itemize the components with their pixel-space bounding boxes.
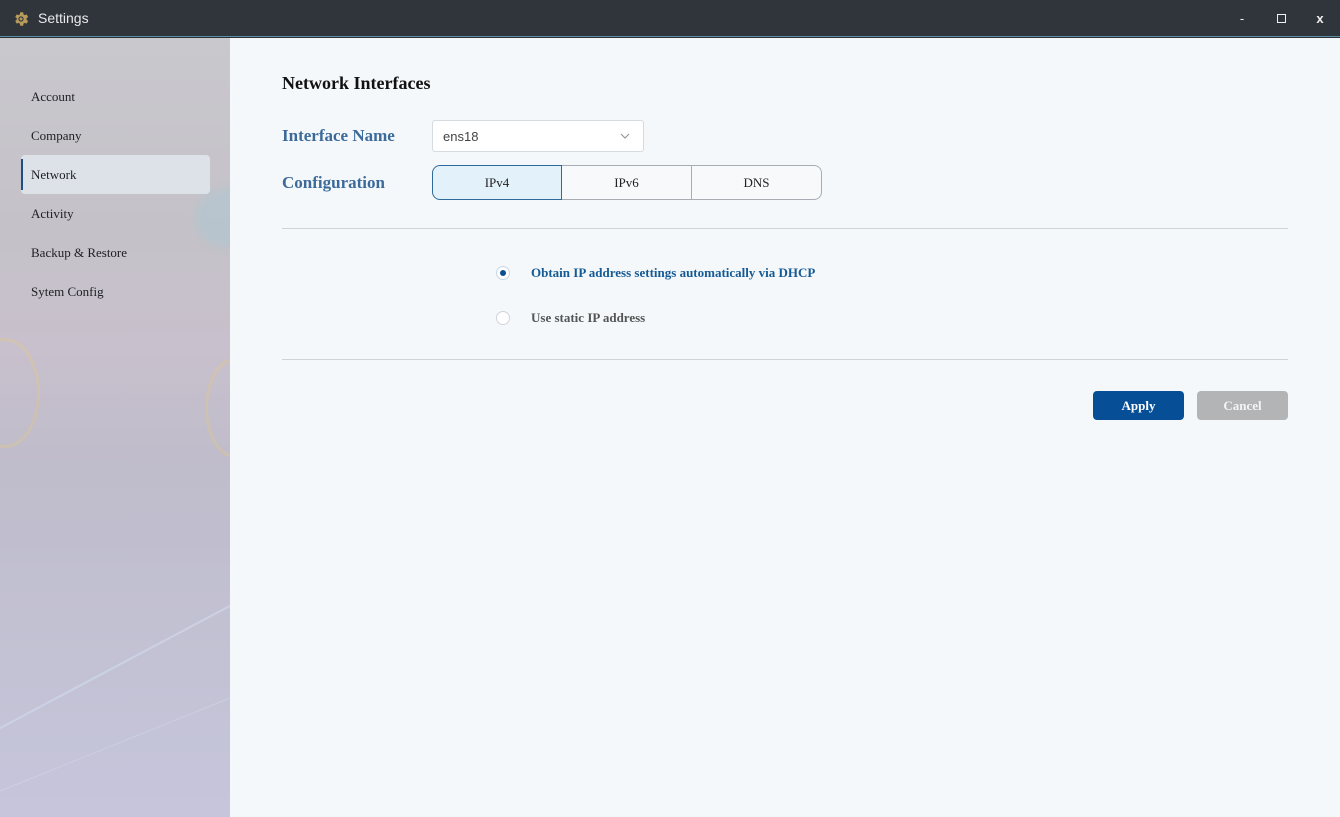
sidebar-item-account[interactable]: Account xyxy=(21,77,210,116)
sidebar-nav: Account Company Network Activity Backup … xyxy=(21,77,210,311)
dhcp-option-label: Obtain IP address settings automatically… xyxy=(531,265,816,280)
tab-ipv6[interactable]: IPv6 xyxy=(562,165,692,200)
sidebar-item-backup-restore[interactable]: Backup & Restore xyxy=(21,233,210,272)
background-decoration xyxy=(0,678,230,799)
configuration-label: Configuration xyxy=(282,173,385,192)
title-bar: Settings - x xyxy=(0,0,1340,37)
background-decoration xyxy=(0,338,40,448)
close-button[interactable]: x xyxy=(1300,0,1340,36)
sidebar: Account Company Network Activity Backup … xyxy=(0,38,230,817)
sidebar-item-activity[interactable]: Activity xyxy=(21,194,210,233)
divider xyxy=(282,228,1288,229)
gear-icon xyxy=(15,12,29,26)
background-decoration xyxy=(205,358,230,458)
dhcp-option[interactable]: Obtain IP address settings automatically… xyxy=(496,265,815,281)
cancel-button[interactable]: Cancel xyxy=(1197,391,1288,420)
static-ip-radio[interactable] xyxy=(496,311,510,325)
chevron-down-icon xyxy=(620,133,630,139)
page-title: Network Interfaces xyxy=(282,73,431,93)
configuration-tabs: IPv4 IPv6 DNS xyxy=(432,165,822,200)
background-decoration xyxy=(0,587,230,731)
interface-name-label: Interface Name xyxy=(282,126,395,145)
main-panel: Network Interfaces Interface Name ens18 … xyxy=(230,38,1340,817)
interface-name-value: ens18 xyxy=(443,128,479,144)
apply-button[interactable]: Apply xyxy=(1093,391,1184,420)
tab-ipv4[interactable]: IPv4 xyxy=(432,165,562,200)
maximize-icon xyxy=(1276,13,1286,23)
static-ip-option-label: Use static IP address xyxy=(531,310,646,325)
maximize-button[interactable] xyxy=(1261,0,1301,36)
window-title: Settings xyxy=(38,10,89,26)
interface-name-select[interactable]: ens18 xyxy=(432,120,644,152)
tab-dns[interactable]: DNS xyxy=(692,165,822,200)
sidebar-item-network[interactable]: Network xyxy=(21,155,210,194)
minimize-button[interactable]: - xyxy=(1222,0,1262,36)
divider xyxy=(282,359,1288,360)
sidebar-item-system-config[interactable]: Sytem Config xyxy=(21,272,210,311)
dhcp-radio[interactable] xyxy=(496,266,510,280)
sidebar-item-company[interactable]: Company xyxy=(21,116,210,155)
static-ip-option[interactable]: Use static IP address xyxy=(496,310,645,326)
